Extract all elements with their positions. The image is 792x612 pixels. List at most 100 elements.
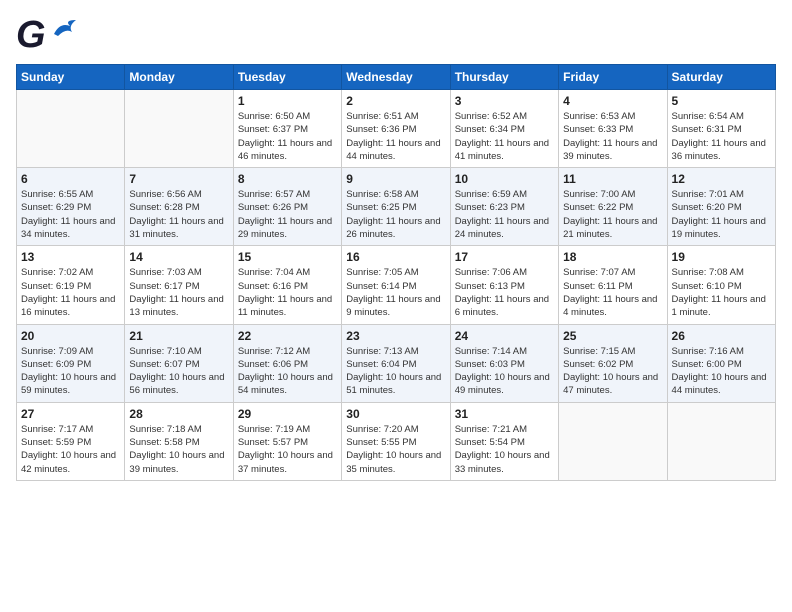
day-cell: 11 Sunrise: 7:00 AM Sunset: 6:22 PM Dayli… <box>559 168 667 246</box>
day-info: Sunrise: 7:19 AM Sunset: 5:57 PM Dayligh… <box>238 423 337 476</box>
weekday-header-thursday: Thursday <box>450 65 558 90</box>
day-cell: 22Sunrise: 7:12 AM Sunset: 6:06 PM Dayli… <box>233 324 341 402</box>
day-info: Sunrise: 7:10 AM Sunset: 6:07 PM Dayligh… <box>129 345 228 398</box>
day-info: Sunrise: 7:09 AM Sunset: 6:09 PM Dayligh… <box>21 345 120 398</box>
day-cell: 30Sunrise: 7:20 AM Sunset: 5:55 PM Dayli… <box>342 402 450 480</box>
day-number: 11 <box>563 172 662 186</box>
calendar-table: SundayMondayTuesdayWednesdayThursdayFrid… <box>16 64 776 481</box>
day-number: 4 <box>563 94 662 108</box>
day-info: Sunrise: 7:15 AM Sunset: 6:02 PM Dayligh… <box>563 345 662 398</box>
day-info: Sunrise: 7:05 AM Sunset: 6:14 PM Dayligh… <box>346 266 445 319</box>
weekday-header-saturday: Saturday <box>667 65 775 90</box>
day-number: 19 <box>672 250 771 264</box>
day-info: Sunrise: 6:55 AM Sunset: 6:29 PM Dayligh… <box>21 188 120 241</box>
day-number: 28 <box>129 407 228 421</box>
day-cell: 23 Sunrise: 7:13 AM Sunset: 6:04 PM Dayli… <box>342 324 450 402</box>
day-cell: 2 Sunrise: 6:51 AM Sunset: 6:36 PM Daylig… <box>342 90 450 168</box>
day-cell: 26 Sunrise: 7:16 AM Sunset: 6:00 PM Dayli… <box>667 324 775 402</box>
day-number: 8 <box>238 172 337 186</box>
day-cell: 18Sunrise: 7:07 AM Sunset: 6:11 PM Dayli… <box>559 246 667 324</box>
day-cell: 15 Sunrise: 7:04 AM Sunset: 6:16 PM Dayli… <box>233 246 341 324</box>
day-cell: 4Sunrise: 6:53 AM Sunset: 6:33 PM Daylig… <box>559 90 667 168</box>
day-cell <box>559 402 667 480</box>
day-info: Sunrise: 7:12 AM Sunset: 6:06 PM Dayligh… <box>238 345 337 398</box>
day-info: Sunrise: 7:18 AM Sunset: 5:58 PM Dayligh… <box>129 423 228 476</box>
day-cell: 25 Sunrise: 7:15 AM Sunset: 6:02 PM Dayli… <box>559 324 667 402</box>
day-number: 20 <box>21 329 120 343</box>
day-info: Sunrise: 6:51 AM Sunset: 6:36 PM Dayligh… <box>346 110 445 163</box>
day-info: Sunrise: 7:08 AM Sunset: 6:10 PM Dayligh… <box>672 266 771 319</box>
day-number: 14 <box>129 250 228 264</box>
day-info: Sunrise: 6:57 AM Sunset: 6:26 PM Dayligh… <box>238 188 337 241</box>
day-info: Sunrise: 6:54 AM Sunset: 6:31 PM Dayligh… <box>672 110 771 163</box>
weekday-header-wednesday: Wednesday <box>342 65 450 90</box>
day-cell: 7 Sunrise: 6:56 AM Sunset: 6:28 PM Daylig… <box>125 168 233 246</box>
day-info: Sunrise: 6:52 AM Sunset: 6:34 PM Dayligh… <box>455 110 554 163</box>
weekday-header-sunday: Sunday <box>17 65 125 90</box>
day-info: Sunrise: 7:13 AM Sunset: 6:04 PM Dayligh… <box>346 345 445 398</box>
day-cell <box>17 90 125 168</box>
day-info: Sunrise: 7:00 AM Sunset: 6:22 PM Dayligh… <box>563 188 662 241</box>
header: G <box>16 16 776 54</box>
day-number: 31 <box>455 407 554 421</box>
week-row-2: 6 Sunrise: 6:55 AM Sunset: 6:29 PM Daylig… <box>17 168 776 246</box>
calendar-page: G SundayMondayTuesdayWednesdayThursdayFr… <box>0 0 792 612</box>
day-info: Sunrise: 7:03 AM Sunset: 6:17 PM Dayligh… <box>129 266 228 319</box>
day-cell: 31 Sunrise: 7:21 AM Sunset: 5:54 PM Dayli… <box>450 402 558 480</box>
day-number: 1 <box>238 94 337 108</box>
day-cell: 13Sunrise: 7:02 AM Sunset: 6:19 PM Dayli… <box>17 246 125 324</box>
day-info: Sunrise: 7:16 AM Sunset: 6:00 PM Dayligh… <box>672 345 771 398</box>
day-info: Sunrise: 7:20 AM Sunset: 5:55 PM Dayligh… <box>346 423 445 476</box>
day-cell: 14 Sunrise: 7:03 AM Sunset: 6:17 PM Dayli… <box>125 246 233 324</box>
logo: G <box>16 16 78 54</box>
day-info: Sunrise: 6:50 AM Sunset: 6:37 PM Dayligh… <box>238 110 337 163</box>
day-cell: 28 Sunrise: 7:18 AM Sunset: 5:58 PM Dayli… <box>125 402 233 480</box>
week-row-4: 20 Sunrise: 7:09 AM Sunset: 6:09 PM Dayli… <box>17 324 776 402</box>
day-info: Sunrise: 6:58 AM Sunset: 6:25 PM Dayligh… <box>346 188 445 241</box>
day-cell: 21 Sunrise: 7:10 AM Sunset: 6:07 PM Dayli… <box>125 324 233 402</box>
day-number: 26 <box>672 329 771 343</box>
day-number: 7 <box>129 172 228 186</box>
day-number: 12 <box>672 172 771 186</box>
week-row-3: 13Sunrise: 7:02 AM Sunset: 6:19 PM Dayli… <box>17 246 776 324</box>
day-info: Sunrise: 7:21 AM Sunset: 5:54 PM Dayligh… <box>455 423 554 476</box>
day-cell <box>667 402 775 480</box>
day-info: Sunrise: 7:17 AM Sunset: 5:59 PM Dayligh… <box>21 423 120 476</box>
day-number: 13 <box>21 250 120 264</box>
day-cell: 20 Sunrise: 7:09 AM Sunset: 6:09 PM Dayli… <box>17 324 125 402</box>
week-row-5: 27 Sunrise: 7:17 AM Sunset: 5:59 PM Dayli… <box>17 402 776 480</box>
day-number: 3 <box>455 94 554 108</box>
day-cell: 24 Sunrise: 7:14 AM Sunset: 6:03 PM Dayli… <box>450 324 558 402</box>
day-cell: 29 Sunrise: 7:19 AM Sunset: 5:57 PM Dayli… <box>233 402 341 480</box>
week-row-1: 1 Sunrise: 6:50 AM Sunset: 6:37 PM Daylig… <box>17 90 776 168</box>
day-number: 27 <box>21 407 120 421</box>
day-number: 2 <box>346 94 445 108</box>
day-cell: 19 Sunrise: 7:08 AM Sunset: 6:10 PM Dayli… <box>667 246 775 324</box>
day-info: Sunrise: 7:01 AM Sunset: 6:20 PM Dayligh… <box>672 188 771 241</box>
day-info: Sunrise: 6:59 AM Sunset: 6:23 PM Dayligh… <box>455 188 554 241</box>
day-cell: 1 Sunrise: 6:50 AM Sunset: 6:37 PM Daylig… <box>233 90 341 168</box>
day-number: 5 <box>672 94 771 108</box>
day-number: 15 <box>238 250 337 264</box>
weekday-header-row: SundayMondayTuesdayWednesdayThursdayFrid… <box>17 65 776 90</box>
day-number: 24 <box>455 329 554 343</box>
day-info: Sunrise: 6:56 AM Sunset: 6:28 PM Dayligh… <box>129 188 228 241</box>
day-number: 25 <box>563 329 662 343</box>
day-number: 29 <box>238 407 337 421</box>
day-number: 23 <box>346 329 445 343</box>
day-info: Sunrise: 7:04 AM Sunset: 6:16 PM Dayligh… <box>238 266 337 319</box>
day-number: 6 <box>21 172 120 186</box>
day-cell: 3 Sunrise: 6:52 AM Sunset: 6:34 PM Daylig… <box>450 90 558 168</box>
weekday-header-friday: Friday <box>559 65 667 90</box>
day-info: Sunrise: 7:14 AM Sunset: 6:03 PM Dayligh… <box>455 345 554 398</box>
day-cell: 10Sunrise: 6:59 AM Sunset: 6:23 PM Dayli… <box>450 168 558 246</box>
day-cell: 16Sunrise: 7:05 AM Sunset: 6:14 PM Dayli… <box>342 246 450 324</box>
day-number: 21 <box>129 329 228 343</box>
day-info: Sunrise: 7:06 AM Sunset: 6:13 PM Dayligh… <box>455 266 554 319</box>
day-number: 18 <box>563 250 662 264</box>
logo-bird-icon <box>50 18 78 45</box>
day-cell: 9Sunrise: 6:58 AM Sunset: 6:25 PM Daylig… <box>342 168 450 246</box>
day-cell: 5 Sunrise: 6:54 AM Sunset: 6:31 PM Daylig… <box>667 90 775 168</box>
weekday-header-tuesday: Tuesday <box>233 65 341 90</box>
day-cell: 6 Sunrise: 6:55 AM Sunset: 6:29 PM Daylig… <box>17 168 125 246</box>
